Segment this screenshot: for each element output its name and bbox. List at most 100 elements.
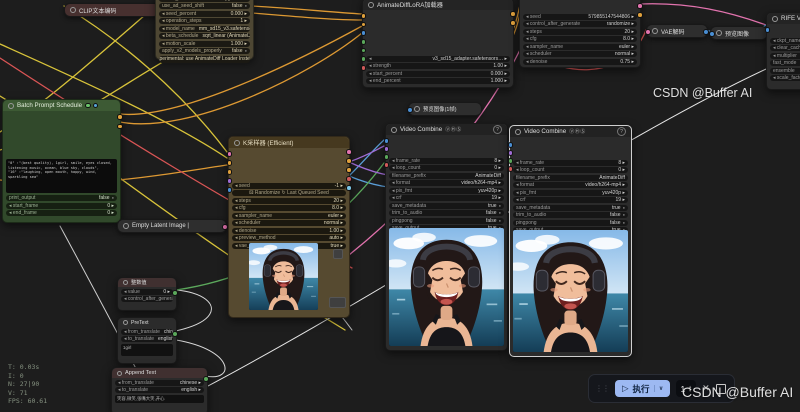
- widget-row-print-output[interactable]: print_outputfalse: [6, 195, 117, 201]
- input-slot[interactable]: [645, 29, 651, 35]
- slot-dot[interactable]: [361, 22, 367, 28]
- collapse-dot[interactable]: [117, 371, 122, 376]
- widget-row-trim-to-audio[interactable]: trim_to_audiofalse: [513, 212, 628, 218]
- slot-dot[interactable]: [384, 162, 390, 168]
- slot-dot[interactable]: [361, 39, 367, 45]
- slot-dot[interactable]: [117, 114, 123, 120]
- widget-row-model-name[interactable]: ◂ model_namemm_sd15_v3.safetensors ▸: [159, 26, 250, 32]
- node-header[interactable]: RIFE VFI (reco: [767, 13, 800, 24]
- widget-row-filename-prefix[interactable]: filename_prefixAnimateDiff: [389, 173, 504, 179]
- slot-dot[interactable]: [361, 65, 367, 71]
- node-header[interactable]: Video Combine ⓋⒽⓈ ?: [510, 126, 631, 137]
- node-append-text[interactable]: Append Text ◂ from_translatechinese ▸◂ t…: [111, 367, 208, 412]
- widget-row-sampler-name[interactable]: ◂ sampler_nameeuler ▸: [232, 213, 346, 219]
- node-vae-decode[interactable]: VAE解码: [646, 24, 708, 38]
- widget-row-seed[interactable]: ◂ seed-1 ▸: [232, 183, 346, 189]
- widget-row-scale-factor[interactable]: ◂ scale_factor1.00 ▸: [770, 75, 800, 81]
- widget-row-scheduler[interactable]: ◂ schedulernormal ▸: [232, 220, 346, 226]
- collapse-dot[interactable]: [8, 103, 14, 109]
- output-slot[interactable]: [172, 331, 178, 337]
- slot-dot[interactable]: [361, 30, 367, 36]
- image-expand-button[interactable]: [333, 249, 343, 259]
- widget-row-pingpong[interactable]: pingpongfalse: [389, 218, 504, 224]
- image-menu-button[interactable]: [329, 297, 346, 308]
- widget-row-to-translate[interactable]: ◂ to_translateenglish ▸: [115, 387, 204, 393]
- output-slot[interactable]: [203, 376, 209, 382]
- node-clip-text-encode[interactable]: CLIP文本编码: [64, 3, 160, 17]
- input-slot[interactable]: [709, 31, 715, 37]
- widget-row-pingpong[interactable]: pingpongfalse: [513, 220, 628, 226]
- widget-row-clear-cache-after-n-frames[interactable]: ◂ clear_cache_after_n_frames10 ▸: [770, 45, 800, 51]
- slot-dot[interactable]: [508, 142, 514, 148]
- collapse-dot[interactable]: [414, 106, 420, 112]
- collapse-dot[interactable]: [772, 16, 778, 22]
- widget-row-seed[interactable]: ◂ seed579855147544806 ▸: [523, 14, 637, 20]
- node-empty-latent[interactable]: Empty Latent Image |: [117, 219, 227, 233]
- collapse-dot[interactable]: [716, 30, 722, 36]
- widget-row-strength[interactable]: ◂ strength1.00 ▸: [366, 63, 510, 69]
- widget-row-operation-steps[interactable]: ◂ operation_steps1 ▸: [159, 18, 250, 24]
- node-video-combine-1[interactable]: Video Combine ⓋⒽⓈ ? ◂ frame_rate8 ▸◂ loo…: [385, 123, 508, 351]
- widget-row-frame-rate[interactable]: ◂ frame_rate8 ▸: [513, 160, 628, 166]
- slot-dot[interactable]: [85, 103, 91, 109]
- prompt-textarea[interactable]: "0" :"(best quality), 1girl, smile, eyes…: [6, 159, 117, 193]
- widget-row-denoise[interactable]: ◂ denoise1.00 ▸: [232, 228, 346, 234]
- slot-dot[interactable]: [93, 103, 99, 109]
- collapse-dot[interactable]: [391, 127, 397, 133]
- widget-row-start-percent[interactable]: ◂ start_percent0.000 ▸: [366, 71, 510, 77]
- widget-row-value[interactable]: ◂ v3_sd15_adapter.safetensors… ▸: [366, 56, 510, 62]
- widget-row-cfg[interactable]: ◂ cfg8.0 ▸: [232, 205, 346, 211]
- slot-dot[interactable]: [384, 138, 390, 144]
- node-int-value[interactable]: 整数值 ◂ value0 ▸◂ control_after_generatefi…: [117, 277, 177, 311]
- collapse-dot[interactable]: [234, 140, 240, 146]
- widget-row-beta-schedule[interactable]: ◂ beta_schedulesqrt_linear (AnimateDiff)…: [159, 33, 250, 39]
- widget-row-motion-scale[interactable]: ◂ motion_scale1.000 ▸: [159, 41, 250, 47]
- widget-row-fast-mode[interactable]: fast_modetrue: [770, 60, 800, 66]
- collapse-dot[interactable]: [70, 7, 76, 13]
- widget-row-frame-rate[interactable]: ◂ frame_rate8 ▸: [389, 158, 504, 164]
- output-slot[interactable]: [172, 290, 178, 296]
- chevron-down-icon[interactable]: ∨: [654, 385, 664, 392]
- widget-row-cfg[interactable]: ◂ cfg8.0 ▸: [523, 36, 637, 42]
- run-button[interactable]: ▷ 执行 ∨: [615, 380, 670, 397]
- slot-dot[interactable]: [227, 160, 233, 166]
- slot-dot[interactable]: [510, 11, 516, 17]
- slot-dot[interactable]: [361, 13, 367, 19]
- widget-row-steps[interactable]: ◂ steps20 ▸: [523, 29, 637, 35]
- slot-dot[interactable]: [346, 167, 352, 173]
- slot-dot[interactable]: [508, 166, 514, 172]
- text-field[interactable]: 笑容,微笑,张嘴大笑,开心: [115, 395, 204, 403]
- widget-row-multiplier[interactable]: ◂ multiplier3 ▸: [770, 53, 800, 59]
- slot-dot[interactable]: [384, 146, 390, 152]
- node-header[interactable]: Batch Prompt Schedule: [3, 100, 120, 111]
- slot-dot[interactable]: [384, 154, 390, 160]
- slot-dot[interactable]: [227, 151, 233, 157]
- slot-dot[interactable]: [117, 124, 123, 130]
- widget-row-end-percent[interactable]: ◂ end_percent1.000 ▸: [366, 78, 510, 84]
- widget-row-end-frame[interactable]: ◂ end_frame0 ▸: [6, 210, 117, 216]
- widget-row-crf[interactable]: ◂ crf19 ▸: [389, 195, 504, 201]
- node-header[interactable]: 整数值: [118, 278, 176, 287]
- slot-dot[interactable]: [765, 27, 771, 33]
- node-animatediff-lora-loader[interactable]: AnimateDiffLoRA加载器 ◂ v3_sd15_adapter.saf…: [362, 0, 514, 88]
- widget-row-seed-percent[interactable]: ◂ seed_percent0.000 ▸: [159, 11, 250, 17]
- collapse-dot[interactable]: [123, 223, 129, 229]
- widget-row-format[interactable]: ◂ formatvideo/h264-mp4 ▸: [513, 182, 628, 188]
- drag-handle-icon[interactable]: ⋮⋮: [595, 384, 609, 393]
- slot-dot[interactable]: [346, 149, 352, 155]
- input-slot[interactable]: [407, 107, 413, 113]
- slot-dot[interactable]: [346, 158, 352, 164]
- collapse-dot[interactable]: [652, 28, 658, 34]
- node-header[interactable]: Append Text: [112, 368, 207, 378]
- slot-dot[interactable]: [361, 56, 367, 62]
- widget-row-denoise[interactable]: ◂ denoise0.75 ▸: [523, 59, 637, 65]
- slot-dot[interactable]: [508, 150, 514, 156]
- help-badge[interactable]: ?: [617, 127, 626, 136]
- widget-row-loop-count[interactable]: ◂ loop_count0 ▸: [389, 165, 504, 171]
- widget-row-control-after-generate[interactable]: ◂ control_after_generaterandomize ▸: [523, 21, 637, 27]
- node-header[interactable]: K采样器 (Efficient): [229, 137, 349, 148]
- widget-row-steps[interactable]: ◂ steps20 ▸: [232, 198, 346, 204]
- node-video-combine-2[interactable]: Video Combine ⓋⒽⓈ ? ◂ frame_rate8 ▸◂ loo…: [509, 125, 632, 357]
- slot-dot[interactable]: [510, 20, 516, 26]
- slot-dot[interactable]: [346, 185, 352, 191]
